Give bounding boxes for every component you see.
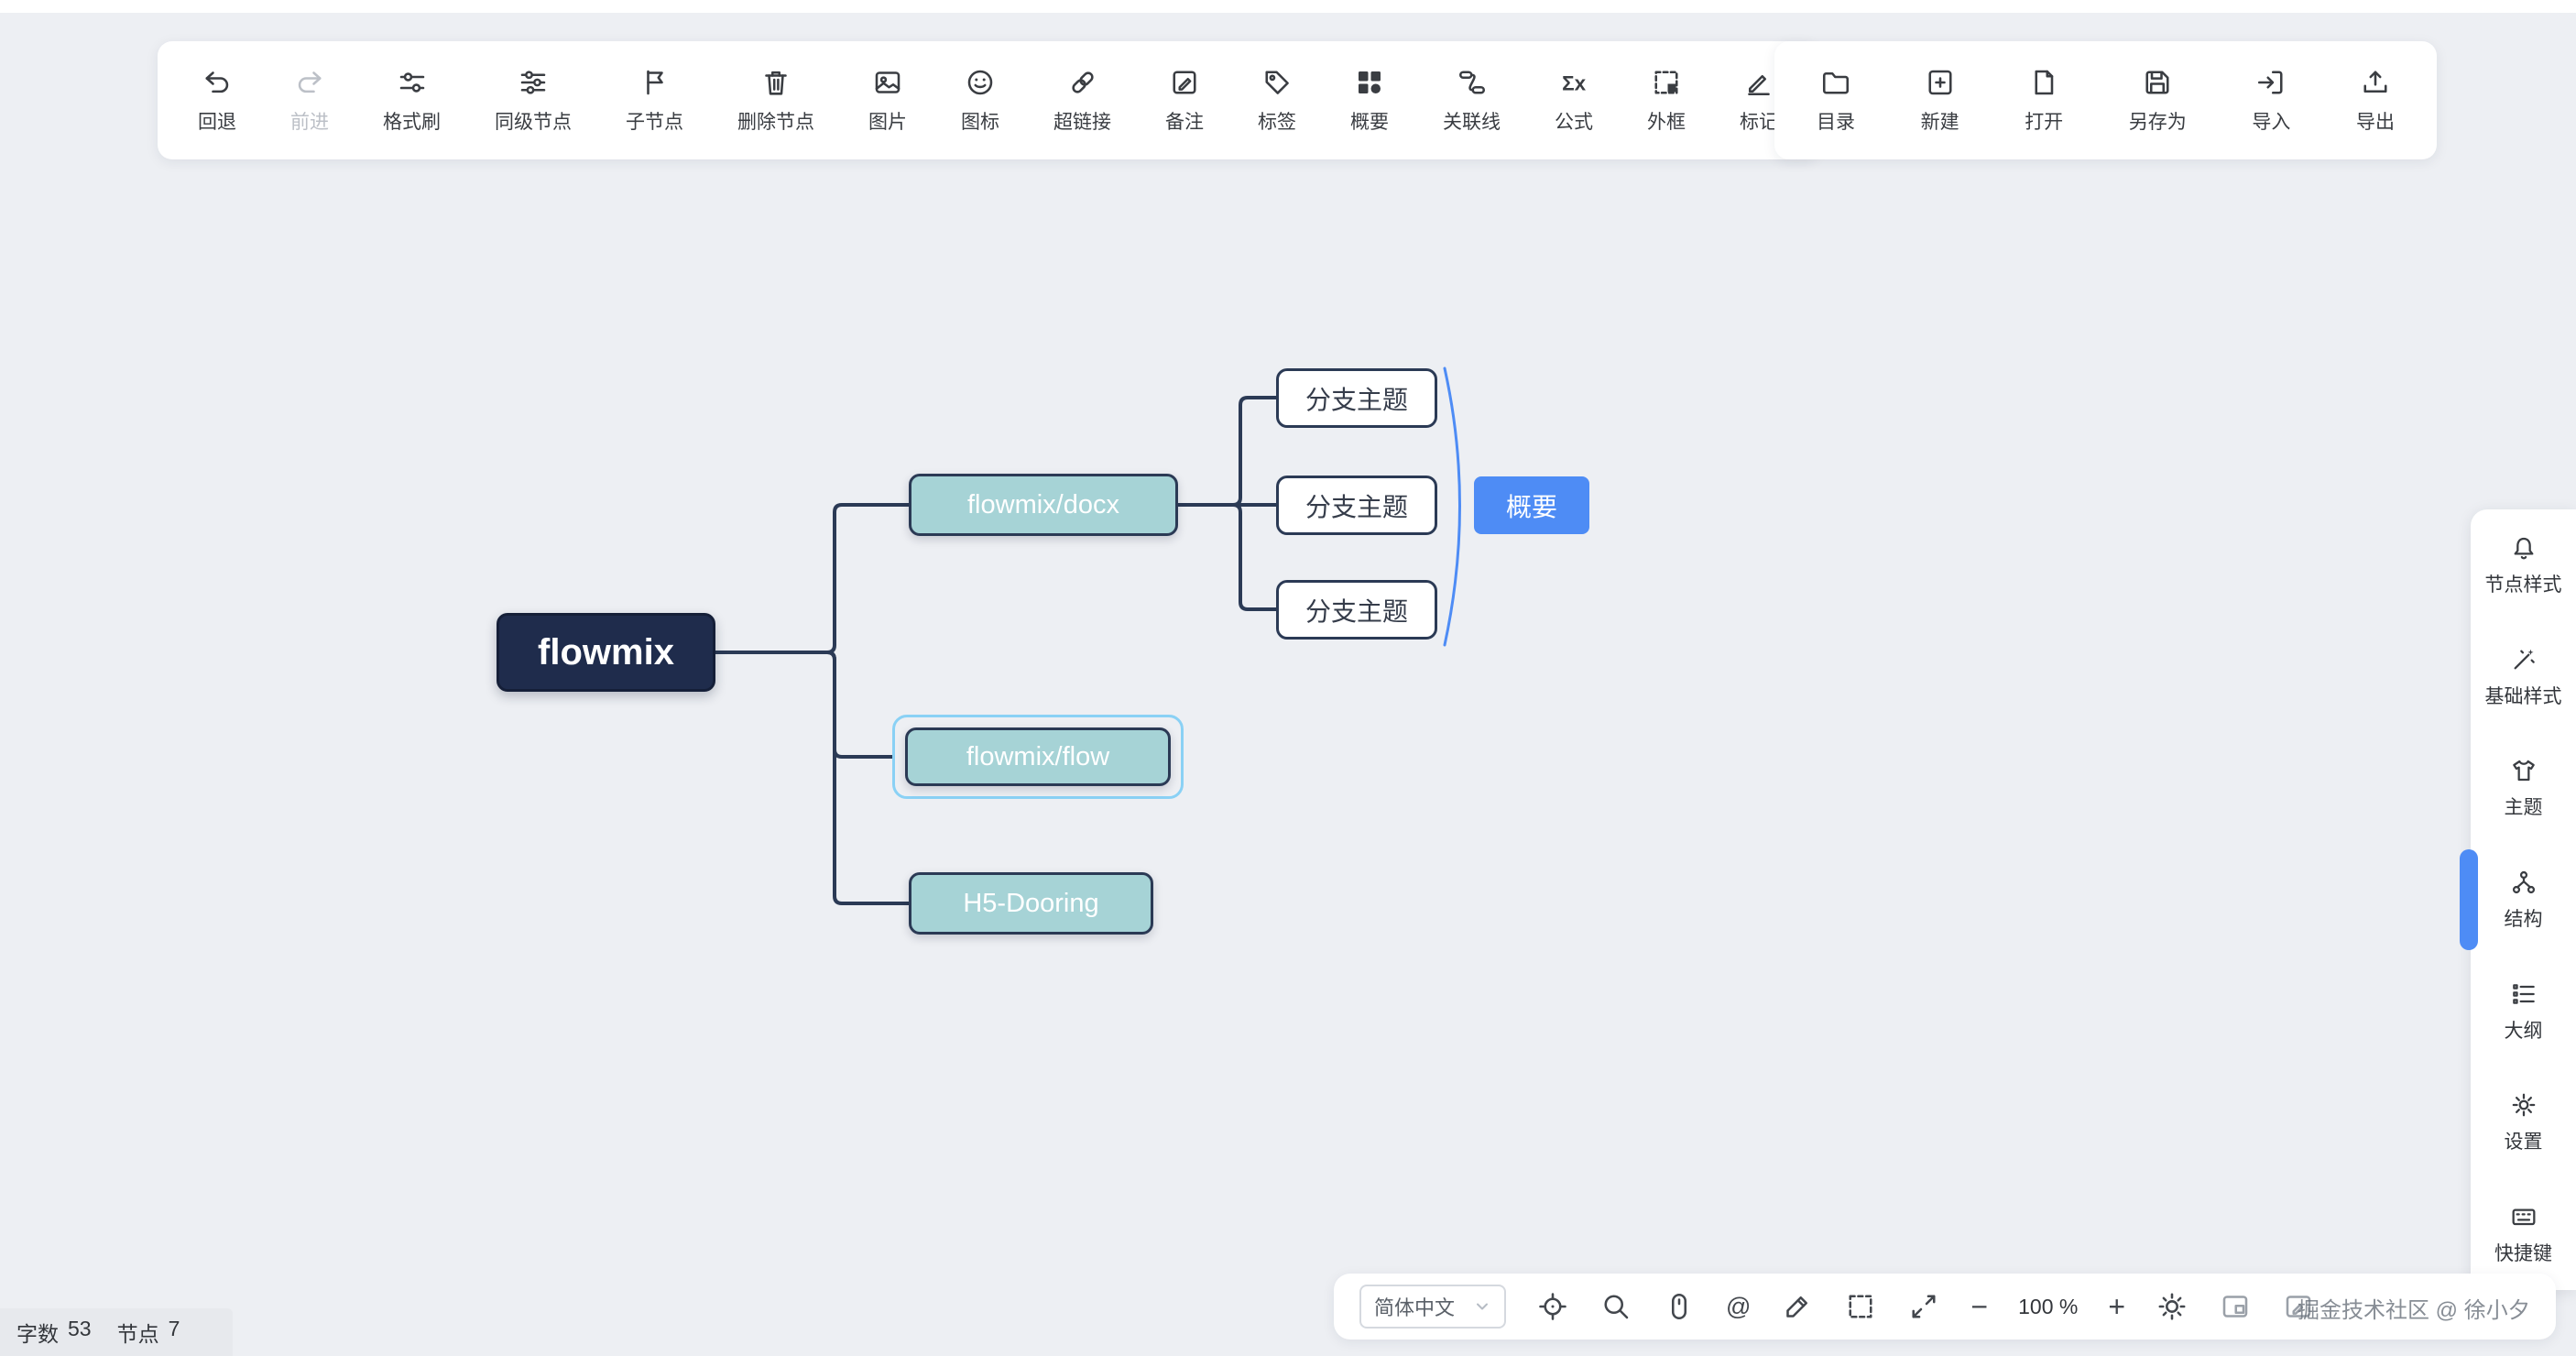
summary-brace — [1445, 368, 1460, 645]
app-canvas[interactable]: flowmix flowmix/docx flowmix/flow H5-Doo… — [0, 0, 2576, 1356]
mindmap-summary-node[interactable]: 概要 — [1474, 476, 1589, 534]
mindmap-branch-node-flow-selected[interactable]: flowmix/flow — [905, 727, 1171, 786]
mindmap-root-node[interactable]: flowmix — [497, 613, 715, 692]
mindmap-edges — [0, 0, 2576, 1356]
mindmap-child-node[interactable]: 分支主题 — [1276, 476, 1437, 535]
mindmap-child-node[interactable]: 分支主题 — [1276, 580, 1437, 640]
watermark-text: 掘金技术社区 @ 徐小夕 — [2298, 1292, 2530, 1324]
mindmap-branch-node-dooring[interactable]: H5-Dooring — [909, 872, 1153, 935]
mindmap-child-node[interactable]: 分支主题 — [1276, 368, 1437, 428]
mindmap-branch-node-docx[interactable]: flowmix/docx — [909, 474, 1178, 536]
